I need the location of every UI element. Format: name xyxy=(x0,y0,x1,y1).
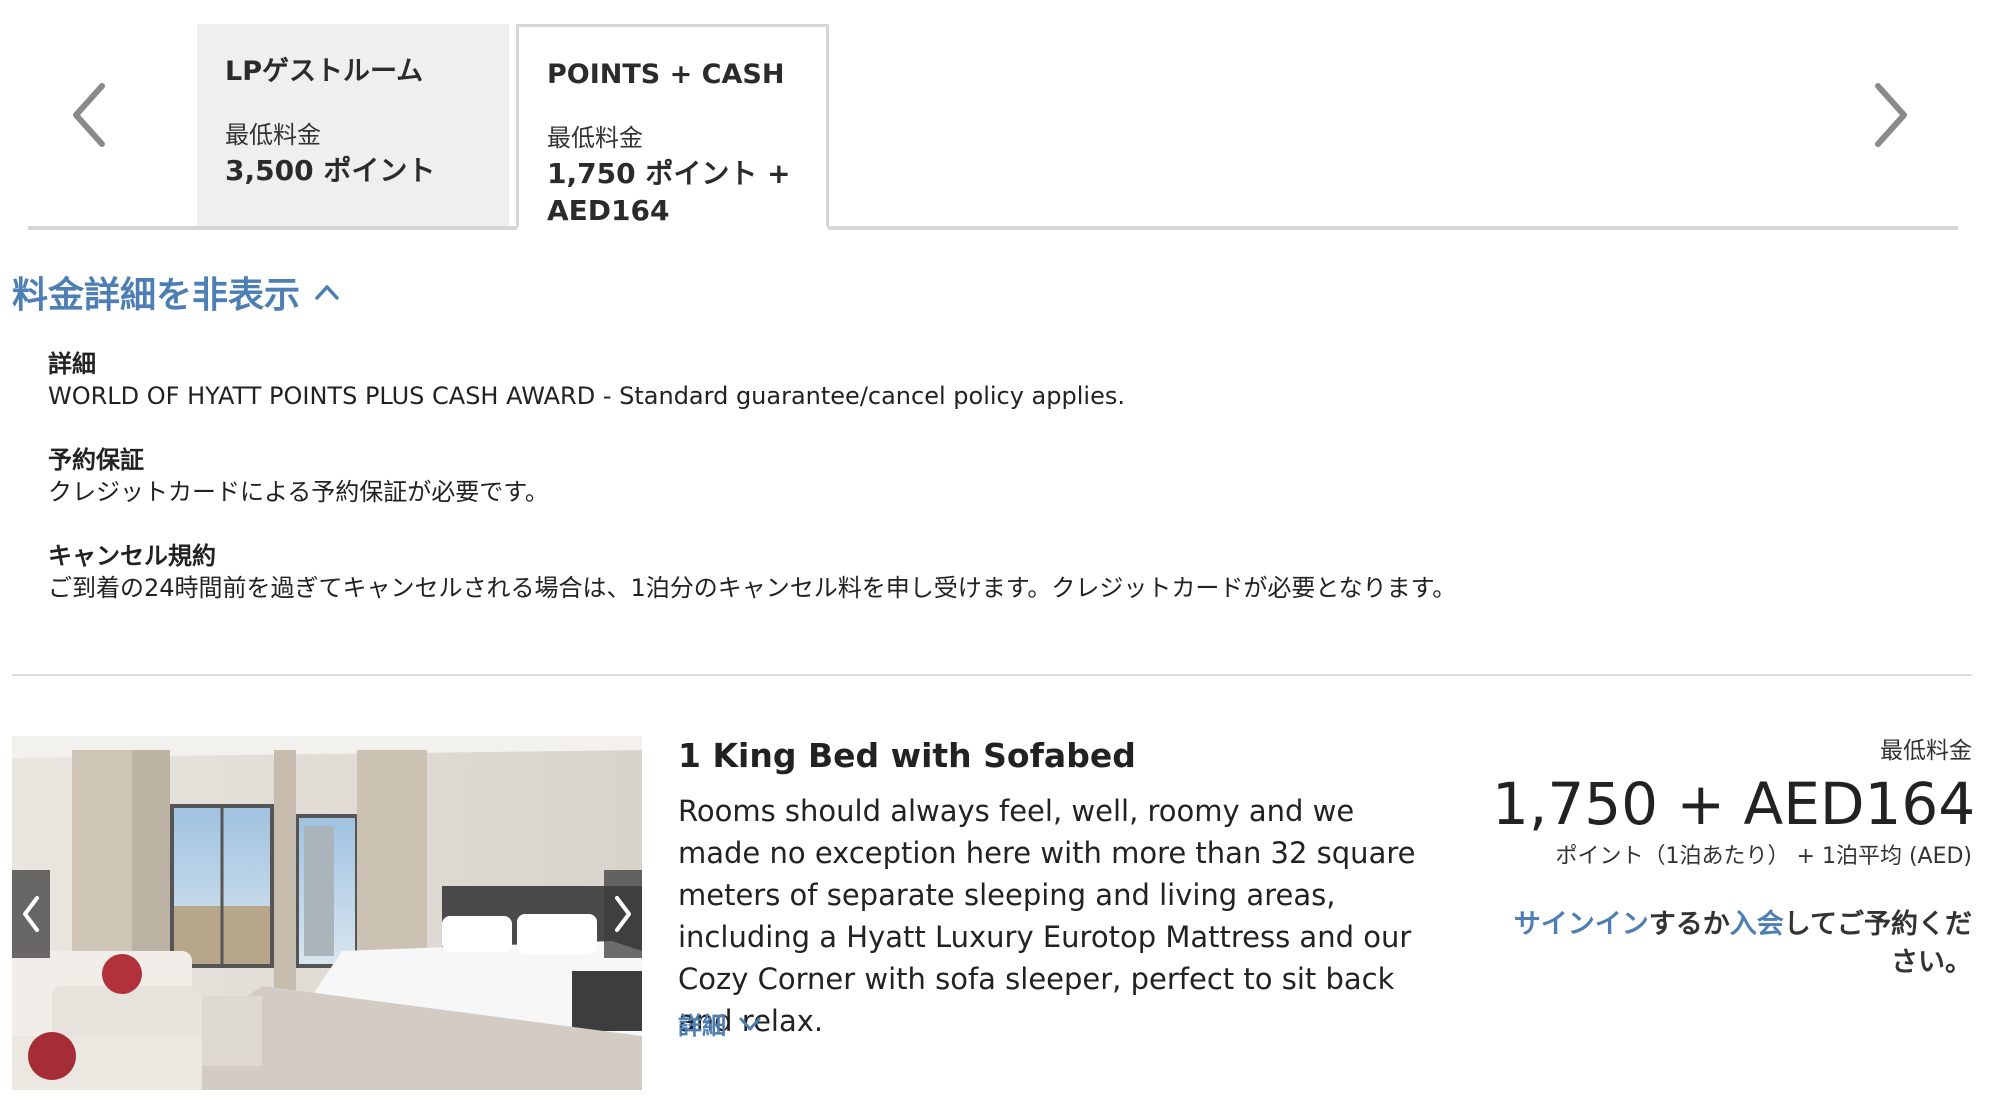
rate-tab-points-cash[interactable]: POINTS + CASH 最低料金 1,750 ポイント + AED164 xyxy=(516,24,829,230)
rate-tab-sub-label: 最低料金 xyxy=(547,124,643,152)
tabs-next-arrow[interactable] xyxy=(1870,82,1910,148)
price-unit-note: ポイント（1泊あたり） + 1泊平均 (AED) xyxy=(1555,844,1972,869)
chevron-down-icon xyxy=(739,1017,761,1030)
chevron-right-icon xyxy=(615,896,631,932)
policy-detail-section: 詳細 WORLD OF HYATT POINTS PLUS CASH AWARD… xyxy=(48,348,1648,412)
room-photo-carousel[interactable] xyxy=(12,736,642,1090)
rate-tab-price: 3,500 ポイント xyxy=(225,154,436,187)
signin-message: サインインするか入会してご予約ください。 xyxy=(1492,906,1972,982)
chevron-up-icon xyxy=(315,285,339,300)
chevron-right-icon xyxy=(1875,83,1907,147)
room-photo xyxy=(12,736,642,1090)
rate-tab-lp-guest-room[interactable]: LPゲストルーム 最低料金 3,500 ポイント xyxy=(197,24,509,230)
signin-link[interactable]: サインイン xyxy=(1514,909,1649,940)
section-divider xyxy=(12,674,1972,676)
rate-tab-title: LPゲストルーム xyxy=(225,56,424,87)
rate-tab-title: POINTS + CASH xyxy=(547,59,785,90)
join-link[interactable]: 入会 xyxy=(1730,909,1784,940)
price-amount: 1,750 + AED164 xyxy=(1492,770,1976,838)
policy-text: クレジットカードによる予約保証が必要です。 xyxy=(48,478,549,506)
hide-rate-details-label: 料金詳細を非表示 xyxy=(12,275,301,316)
room-name: 1 King Bed with Sofabed xyxy=(678,736,1136,775)
room-details-label: 詳細 xyxy=(678,1012,726,1040)
chevron-left-icon xyxy=(73,83,105,147)
signin-text-1: するか xyxy=(1648,909,1730,940)
policy-heading: 詳細 xyxy=(48,350,96,378)
room-price-block: 最低料金 1,750 + AED164 ポイント（1泊あたり） + 1泊平均 (… xyxy=(1492,736,1976,982)
policy-heading: キャンセル規約 xyxy=(48,542,216,570)
hide-rate-details-toggle[interactable]: 料金詳細を非表示 xyxy=(12,266,340,318)
room-details-toggle[interactable]: 詳細 xyxy=(678,1006,762,1041)
room-description: Rooms should always feel, well, roomy an… xyxy=(678,794,1416,1038)
policy-text: WORLD OF HYATT POINTS PLUS CASH AWARD - … xyxy=(48,382,1125,410)
signin-text-2: してご予約ください。 xyxy=(1783,909,1972,978)
photo-prev-button[interactable] xyxy=(12,870,50,958)
rate-tab-sub-label: 最低料金 xyxy=(225,121,321,149)
policy-text: ご到着の24時間前を過ぎてキャンセルされる場合は、1泊分のキャンセル料を申し受け… xyxy=(48,574,1457,602)
chevron-left-icon xyxy=(23,896,39,932)
rate-tab-price: 1,750 ポイント + AED164 xyxy=(547,157,791,227)
policy-cancel-section: キャンセル規約 ご到着の24時間前を過ぎてキャンセルされる場合は、1泊分のキャン… xyxy=(48,540,1648,604)
tabs-prev-arrow[interactable] xyxy=(70,82,110,148)
policy-heading: 予約保証 xyxy=(48,446,144,474)
price-label: 最低料金 xyxy=(1880,738,1972,764)
policy-guarantee-section: 予約保証 クレジットカードによる予約保証が必要です。 xyxy=(48,444,1648,508)
photo-next-button[interactable] xyxy=(604,870,642,958)
